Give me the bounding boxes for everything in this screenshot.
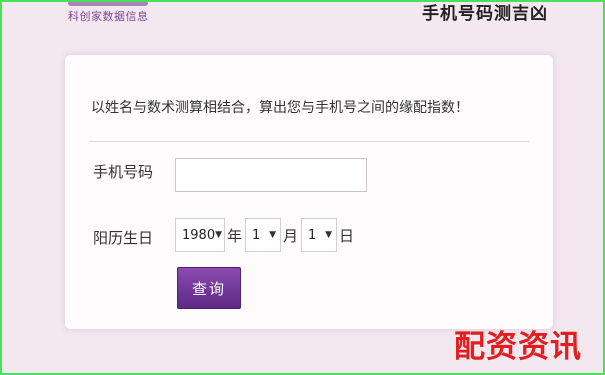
dropdown-arrow-icon: ▼ (325, 230, 332, 240)
month-select[interactable]: 1 ▼ (245, 218, 281, 252)
dropdown-arrow-icon: ▼ (215, 230, 223, 240)
query-form-card: 以姓名与数术测算相结合，算出您与手机号之间的缘配指数！ 手机号码 阳历生日 19… (64, 54, 554, 330)
day-value: 1 (308, 227, 317, 243)
birthday-label: 阳历生日 (93, 229, 154, 247)
day-unit: 日 (339, 227, 355, 245)
page-title: 手机号码测吉凶 (422, 4, 548, 24)
page-frame: 科创家数据信息 手机号码测吉凶 以姓名与数术测算相结合，算出您与手机号之间的缘配… (0, 0, 605, 375)
year-select[interactable]: 1980 ▼ (175, 218, 225, 252)
divider (89, 141, 529, 142)
logo-text: 科创家数据信息 (68, 10, 149, 23)
logo: 科创家数据信息 (68, 2, 158, 28)
intro-text: 以姓名与数术测算相结合，算出您与手机号之间的缘配指数！ (91, 100, 469, 116)
month-unit: 月 (283, 227, 299, 245)
day-select[interactable]: 1 ▼ (301, 218, 337, 252)
dropdown-arrow-icon: ▼ (269, 230, 276, 240)
year-value: 1980 (182, 227, 216, 243)
query-button[interactable]: 查询 (177, 267, 241, 309)
logo-mark (68, 2, 148, 6)
phone-label: 手机号码 (93, 163, 154, 181)
year-unit: 年 (227, 227, 243, 245)
watermark: 配资资讯 (454, 329, 582, 365)
phone-input[interactable] (175, 158, 367, 192)
month-value: 1 (252, 227, 261, 243)
